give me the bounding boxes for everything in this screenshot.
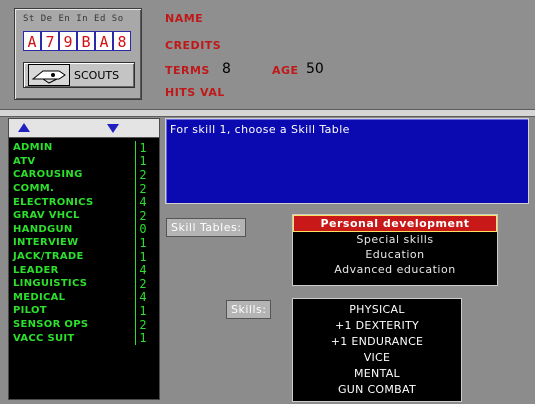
skill-list-panel: ADMIN 1 ATV 1 CAROUSING 2 COMM. 2 ELECTRONIC… — [8, 118, 160, 400]
skill-tables-label: Skill Tables: — [166, 218, 247, 237]
skill-row[interactable]: CAROUSING 2 — [13, 167, 155, 182]
skill-option[interactable]: +1 DEXTERITY — [293, 318, 461, 334]
skill-row[interactable]: ADMIN 1 — [13, 140, 155, 155]
skill-row[interactable]: ATV 1 — [13, 154, 155, 169]
skill-list: ADMIN 1 ATV 1 CAROUSING 2 COMM. 2 ELECTRONIC… — [13, 140, 155, 346]
skill-option[interactable]: PHYSICAL — [293, 302, 461, 318]
hits-label: HITS VAL — [165, 86, 225, 99]
skill-row[interactable]: VACC SUIT 1 — [13, 331, 155, 346]
skill-level: 2 — [135, 276, 150, 291]
skill-option[interactable]: GUN COMBAT — [293, 382, 461, 398]
upp-endurance: 9 — [59, 31, 77, 51]
name-label: NAME — [165, 12, 204, 25]
terms-value: 8 — [222, 61, 231, 77]
scroll-up-button[interactable] — [13, 121, 35, 135]
upp-labels: St De En In Ed So — [23, 14, 124, 24]
skill-level: 1 — [135, 331, 150, 346]
service-badge[interactable]: SCOUTS — [23, 62, 135, 88]
skill-row[interactable]: MEDICAL 4 — [13, 290, 155, 305]
credits-label: CREDITS — [165, 39, 222, 52]
scout-ship-icon — [28, 64, 70, 86]
skill-row[interactable]: SENSOR OPS 2 — [13, 317, 155, 332]
skill-table-option[interactable]: Personal development — [293, 215, 497, 232]
message-text: For skill 1, choose a Skill Table — [170, 123, 350, 136]
skill-level: 2 — [135, 317, 150, 332]
skill-level: 1 — [135, 154, 150, 169]
skill-table-menu: Personal development Special skills Educ… — [292, 214, 498, 286]
skill-name: HANDGUN — [13, 223, 73, 235]
skill-row[interactable]: GRAV VHCL 2 — [13, 208, 155, 223]
upp-intelligence: B — [77, 31, 95, 51]
upp-education: A — [95, 31, 113, 51]
upp-social: 8 — [113, 31, 131, 51]
skill-level: 1 — [135, 249, 150, 264]
skill-level: 2 — [135, 181, 150, 196]
divider — [0, 109, 535, 117]
skill-option[interactable]: +1 ENDURANCE — [293, 334, 461, 350]
skill-name: VACC SUIT — [13, 332, 75, 344]
skill-level: 1 — [135, 303, 150, 318]
skills-label: Skills: — [226, 300, 272, 319]
skill-option[interactable]: VICE — [293, 350, 461, 366]
skills-menu: PHYSICAL +1 DEXTERITY +1 ENDURANCE VICE … — [292, 298, 462, 402]
skill-level: 4 — [135, 195, 150, 210]
service-label: SCOUTS — [74, 68, 120, 82]
skill-option[interactable]: MENTAL — [293, 366, 461, 382]
arrow-up-icon — [18, 123, 30, 132]
skill-name: ADMIN — [13, 142, 53, 154]
skill-row[interactable]: ELECTRONICS 4 — [13, 195, 155, 210]
skill-level: 2 — [135, 167, 150, 182]
skill-name: ATV — [13, 155, 36, 167]
skill-level: 1 — [135, 140, 150, 155]
skill-name: ELECTRONICS — [13, 196, 94, 208]
skill-name: LEADER — [13, 264, 59, 276]
arrow-down-icon — [107, 124, 119, 133]
skill-table-option[interactable]: Advanced education — [293, 262, 497, 277]
skill-row[interactable]: JACK/TRADE 1 — [13, 249, 155, 264]
terms-label: TERMS — [165, 64, 210, 77]
skill-table-option[interactable]: Education — [293, 247, 497, 262]
skill-name: INTERVIEW — [13, 237, 79, 249]
skill-level: 1 — [135, 235, 150, 250]
skill-level: 2 — [135, 208, 150, 223]
skill-name: COMM. — [13, 183, 55, 195]
upp-row: A 7 9 B A 8 — [23, 31, 131, 51]
upp-strength: A — [23, 31, 41, 51]
skill-name: SENSOR OPS — [13, 319, 89, 331]
skill-level: 4 — [135, 290, 150, 305]
skill-row[interactable]: PILOT 1 — [13, 303, 155, 318]
skill-row[interactable]: INTERVIEW 1 — [13, 235, 155, 250]
character-card: St De En In Ed So A 7 9 B A 8 SCOUTS — [14, 8, 142, 100]
skill-name: MEDICAL — [13, 291, 66, 303]
skill-row[interactable]: LEADER 4 — [13, 263, 155, 278]
upp-dexterity: 7 — [41, 31, 59, 51]
age-value: 50 — [306, 61, 324, 77]
age-label: AGE — [272, 64, 299, 77]
skill-name: CAROUSING — [13, 169, 83, 181]
skill-row[interactable]: HANDGUN 0 — [13, 222, 155, 237]
skill-name: JACK/TRADE — [13, 251, 84, 263]
skill-row[interactable]: COMM. 2 — [13, 181, 155, 196]
skill-name: GRAV VHCL — [13, 210, 80, 222]
scroll-bar — [9, 119, 159, 138]
scroll-down-button[interactable] — [102, 121, 124, 135]
skill-name: LINGUISTICS — [13, 278, 88, 290]
skill-name: PILOT — [13, 305, 47, 317]
message-box: For skill 1, choose a Skill Table — [165, 118, 529, 204]
skill-level: 0 — [135, 222, 150, 237]
skill-row[interactable]: LINGUISTICS 2 — [13, 276, 155, 291]
skill-level: 4 — [135, 263, 150, 278]
skill-table-option[interactable]: Special skills — [293, 232, 497, 247]
